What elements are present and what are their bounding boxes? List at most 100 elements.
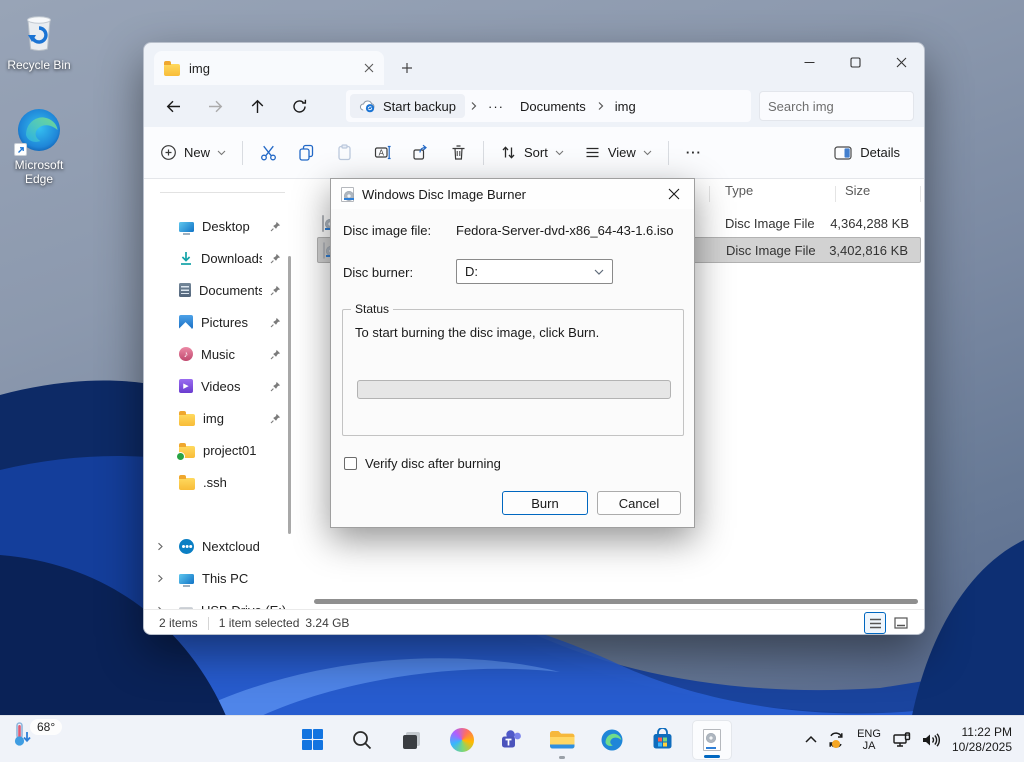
cancel-button[interactable]: Cancel — [597, 491, 681, 515]
sidebar-item-pictures[interactable]: Pictures — [148, 306, 287, 338]
sidebar-item-music[interactable]: ♪ Music — [148, 338, 287, 370]
start-button[interactable] — [292, 720, 332, 760]
cut-button[interactable] — [249, 136, 287, 170]
teams-button[interactable] — [492, 720, 532, 760]
up-button[interactable] — [240, 91, 274, 121]
network-icon[interactable] — [892, 731, 912, 749]
dialog-close-button[interactable] — [654, 179, 694, 209]
column-separator[interactable] — [835, 186, 836, 202]
start-backup-chip[interactable]: Start backup — [350, 94, 465, 118]
sidebar-item-nextcloud[interactable]: Nextcloud — [148, 530, 287, 562]
view-button[interactable]: View — [574, 136, 662, 170]
clock[interactable]: 11:22 PM 10/28/2025 — [952, 725, 1012, 755]
rename-button[interactable]: A — [363, 136, 401, 170]
minimize-button[interactable] — [786, 43, 832, 81]
active-app-indicator — [704, 755, 720, 758]
view-button-label: View — [608, 145, 636, 160]
expand-chevron-icon[interactable] — [156, 542, 164, 551]
language-indicator[interactable]: ENG JA — [854, 728, 884, 752]
share-button[interactable] — [401, 136, 439, 170]
search-input[interactable] — [768, 99, 925, 114]
sidebar-item-documents[interactable]: Documents — [148, 274, 287, 306]
column-separator[interactable] — [709, 186, 710, 202]
sort-arrows-icon — [500, 144, 517, 161]
pictures-icon — [179, 315, 193, 329]
sidebar-item-videos[interactable]: ▶ Videos — [148, 370, 287, 402]
sync-status-icon[interactable] — [826, 730, 846, 750]
sidebar-item-ssh[interactable]: .ssh — [148, 466, 287, 498]
breadcrumb: Start backup ··· Documents img — [346, 90, 751, 122]
sidebar-item-desktop[interactable]: Desktop — [148, 210, 287, 242]
hidden-icons-chevron[interactable] — [804, 735, 818, 744]
forward-button[interactable] — [198, 91, 232, 121]
tab-title: img — [189, 61, 355, 76]
search-box[interactable] — [759, 91, 914, 121]
volume-icon[interactable] — [920, 731, 940, 749]
breadcrumb-ellipsis-button[interactable]: ··· — [482, 99, 510, 114]
back-button[interactable] — [156, 91, 190, 121]
paste-button[interactable] — [325, 136, 363, 170]
new-tab-button[interactable] — [396, 57, 418, 79]
sidebar-item-downloads[interactable]: Downloads — [148, 242, 287, 274]
breadcrumb-documents[interactable]: Documents — [514, 99, 592, 114]
tab-close-icon[interactable] — [364, 63, 374, 73]
copilot-button[interactable] — [442, 720, 482, 760]
weather-widget[interactable]: 68° — [10, 719, 62, 749]
details-pane-button[interactable]: Details — [822, 136, 912, 170]
disc-image-file-value: Fedora-Server-dvd-x86_64-43-1.6.iso — [456, 223, 674, 238]
start-backup-label: Start backup — [383, 99, 456, 114]
screen: { "desktop": { "recycle_bin_label": "Rec… — [0, 0, 1024, 762]
temperature-badge: 68° — [30, 719, 62, 735]
sort-button-label: Sort — [524, 145, 548, 160]
sidebar-item-project01[interactable]: project01 — [148, 434, 287, 466]
edge-icon — [0, 106, 78, 154]
delete-button[interactable] — [439, 136, 477, 170]
file-explorer-button[interactable] — [542, 720, 582, 760]
copy-button[interactable] — [287, 136, 325, 170]
sort-button[interactable]: Sort — [490, 136, 574, 170]
column-header-size[interactable]: Size — [845, 183, 870, 198]
desktop-icon-edge[interactable]: Microsoft Edge — [0, 106, 78, 186]
content-view-toggle[interactable] — [890, 612, 912, 634]
disc-image-file-label: Disc image file: — [343, 223, 431, 238]
disc-burner-label: Disc burner: — [343, 265, 413, 280]
svg-text:A: A — [378, 148, 384, 157]
verify-checkbox[interactable] — [344, 457, 357, 470]
recycle-bin-label: Recycle Bin — [0, 58, 78, 72]
tab-bar: img — [144, 43, 924, 85]
more-options-button[interactable]: ··· — [675, 136, 713, 170]
new-button[interactable]: New — [150, 136, 236, 170]
chevron-right-icon — [596, 101, 605, 111]
verify-disc-option[interactable]: Verify disc after burning — [344, 456, 501, 471]
folder-icon — [179, 478, 195, 490]
microsoft-store-button[interactable] — [642, 720, 682, 760]
burn-button[interactable]: Burn — [502, 491, 588, 515]
task-view-button[interactable] — [392, 720, 432, 760]
desktop-icon-recycle-bin[interactable]: Recycle Bin — [0, 8, 78, 72]
folder-synced-icon — [179, 446, 195, 458]
downloads-icon — [179, 251, 193, 266]
refresh-button[interactable] — [282, 91, 316, 121]
column-header-type[interactable]: Type — [725, 183, 753, 198]
sidebar-item-this-pc[interactable]: This PC — [148, 562, 287, 594]
search-button[interactable] — [342, 720, 382, 760]
details-view-toggle[interactable] — [864, 612, 886, 634]
sidebar-item-usb-drive[interactable]: USB Drive (E:) — [148, 594, 287, 609]
edge-button[interactable] — [592, 720, 632, 760]
expand-chevron-icon[interactable] — [156, 574, 164, 583]
command-toolbar: New A — [144, 127, 924, 179]
close-button[interactable] — [878, 43, 924, 81]
chevron-down-icon — [555, 150, 564, 156]
burn-progress-bar — [357, 380, 671, 399]
breadcrumb-img[interactable]: img — [609, 99, 642, 114]
maximize-button[interactable] — [832, 43, 878, 81]
documents-icon — [179, 283, 191, 297]
pin-icon — [270, 413, 281, 424]
disc-burner-taskbar-button[interactable] — [692, 720, 732, 760]
pin-icon — [270, 221, 281, 232]
disc-burner-dropdown[interactable]: D: — [456, 259, 613, 284]
tab-img[interactable]: img — [154, 51, 384, 85]
sidebar-item-img[interactable]: img — [148, 402, 287, 434]
column-separator[interactable] — [920, 186, 921, 202]
horizontal-scrollbar[interactable] — [314, 599, 918, 604]
